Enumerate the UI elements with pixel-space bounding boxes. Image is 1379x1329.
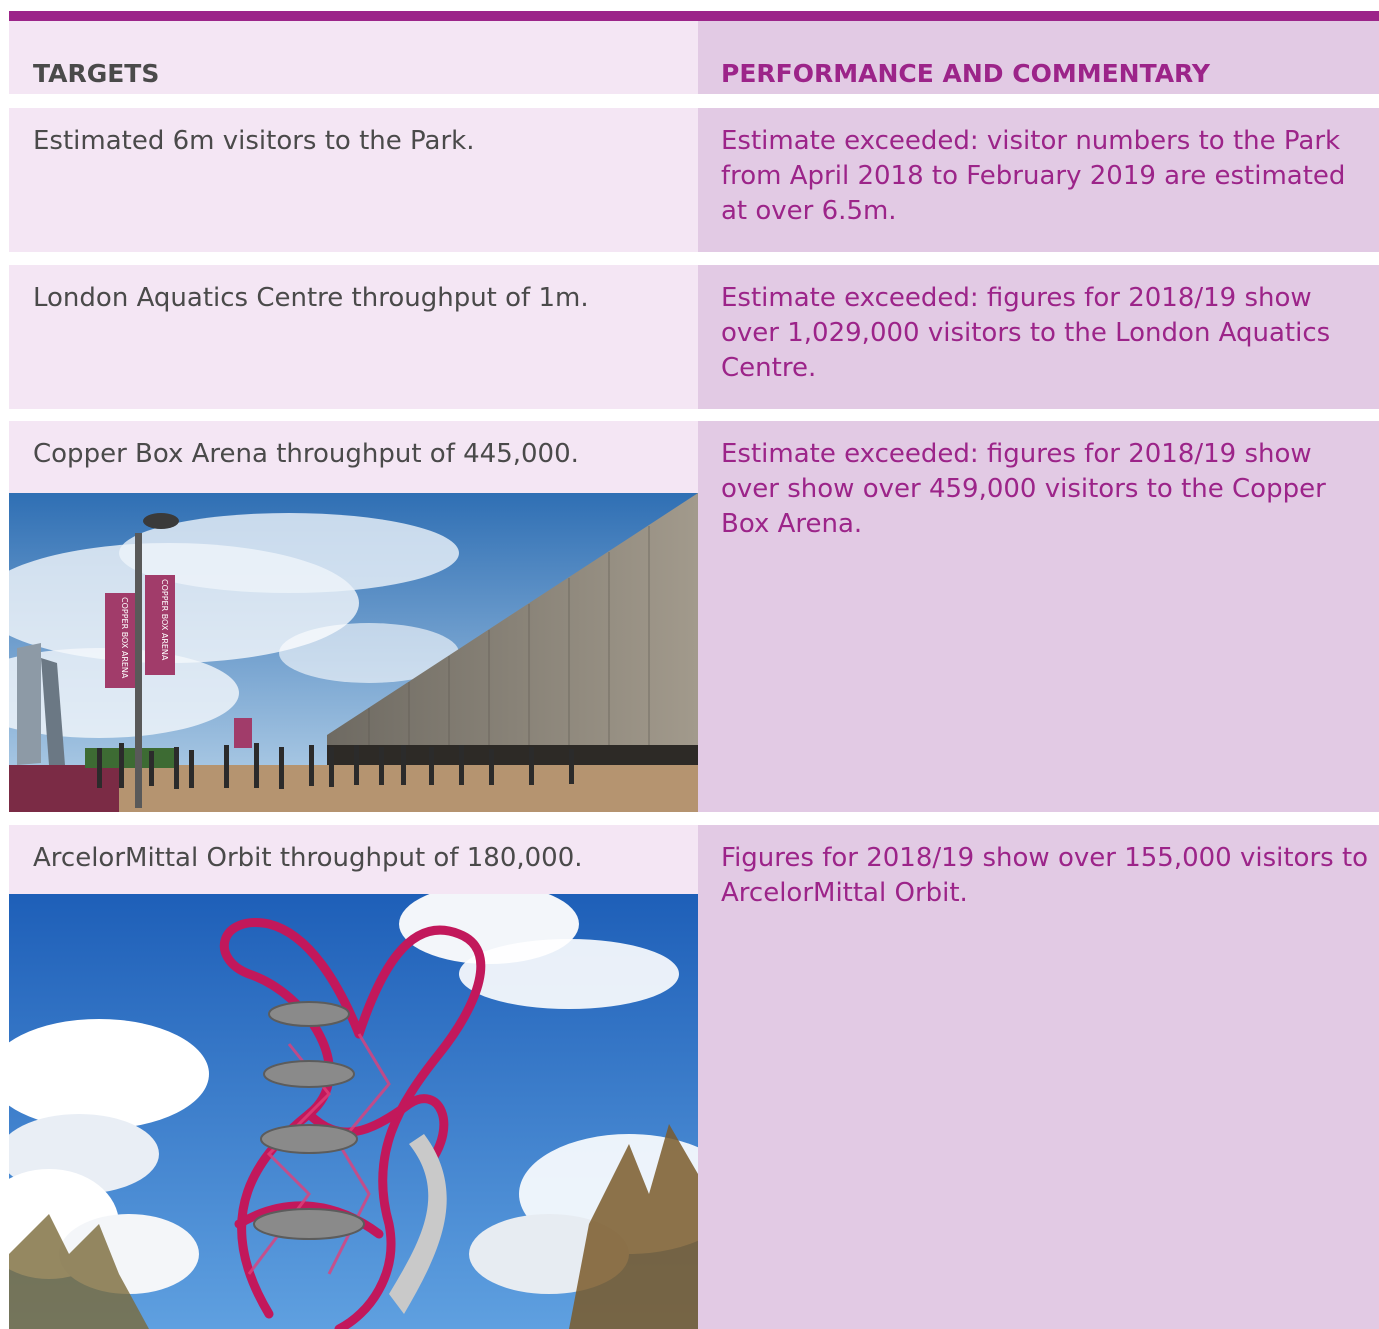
targets-header-cell: TARGETS (9, 21, 698, 94)
performance-text: Estimate exceeded: figures for 2018/19 s… (721, 439, 1326, 539)
table-row-2-target: London Aquatics Centre throughput of 1m. (9, 265, 698, 409)
performance-text: Estimate exceeded: visitor numbers to th… (721, 126, 1346, 226)
table-top-rule (9, 11, 1379, 21)
table-row-3-target: Copper Box Arena throughput of 445,000. (9, 421, 698, 812)
target-text: ArcelorMittal Orbit throughput of 180,00… (33, 843, 583, 873)
table-row-1-target: Estimated 6m visitors to the Park. (9, 108, 698, 252)
banner-text-2: COPPER BOX ARENA (160, 579, 169, 661)
table-row-3-performance: Estimate exceeded: figures for 2018/19 s… (698, 421, 1379, 812)
copper-box-arena-photo: COPPER BOX ARENA COPPER BOX ARENA (9, 493, 698, 812)
performance-text: Estimate exceeded: figures for 2018/19 s… (721, 283, 1331, 383)
table-row-4-target: ArcelorMittal Orbit throughput of 180,00… (9, 825, 698, 1329)
table-row-1-performance: Estimate exceeded: visitor numbers to th… (698, 108, 1379, 252)
banner-text: COPPER BOX ARENA (120, 597, 129, 679)
target-text: Copper Box Arena throughput of 445,000. (33, 439, 579, 469)
table-row-4-performance: Figures for 2018/19 show over 155,000 vi… (698, 825, 1379, 1329)
targets-heading: TARGETS (33, 59, 160, 88)
table-row-2-performance: Estimate exceeded: figures for 2018/19 s… (698, 265, 1379, 409)
target-text: Estimated 6m visitors to the Park. (33, 126, 475, 156)
performance-text: Figures for 2018/19 show over 155,000 vi… (721, 843, 1369, 908)
performance-heading: PERFORMANCE AND COMMENTARY (721, 59, 1211, 88)
target-text: London Aquatics Centre throughput of 1m. (33, 283, 589, 313)
arcelormittal-orbit-photo (9, 894, 698, 1329)
performance-header-cell: PERFORMANCE AND COMMENTARY (698, 21, 1379, 94)
